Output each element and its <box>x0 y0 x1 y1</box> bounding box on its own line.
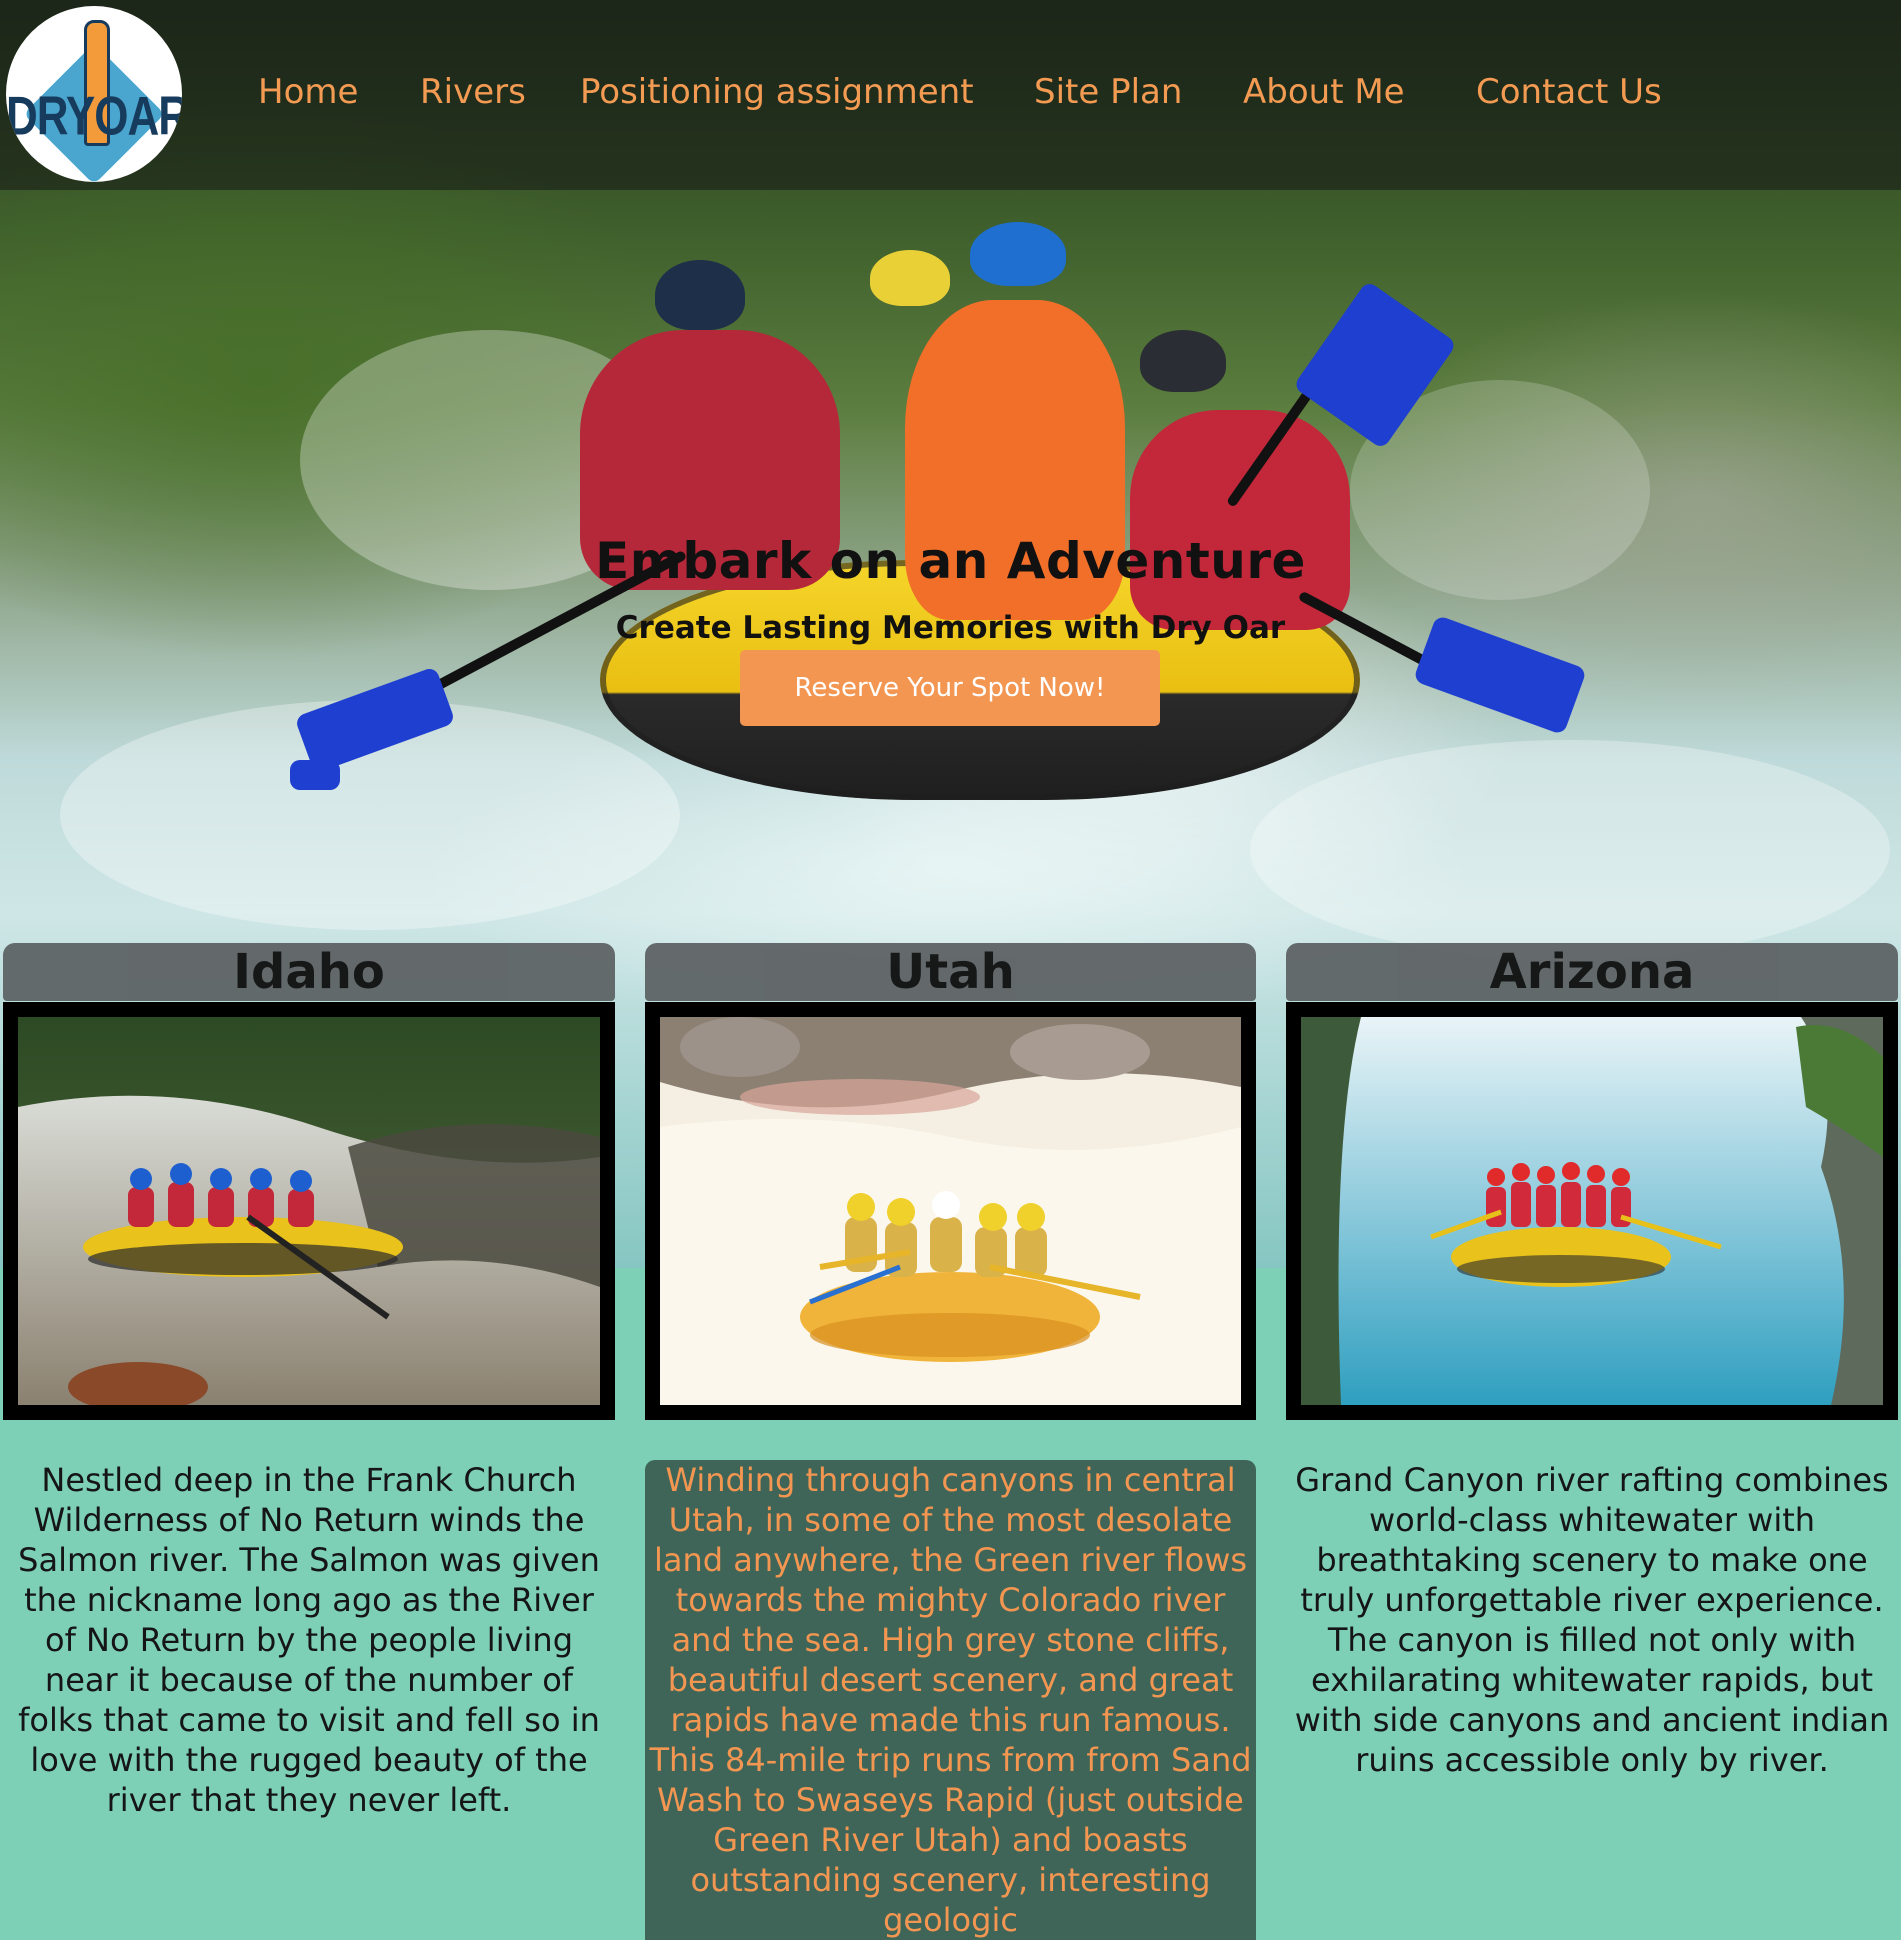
nav-link-rivers[interactable]: Rivers <box>420 72 526 112</box>
card-description-arizona: Grand Canyon river rafting combines worl… <box>1294 1461 1890 1779</box>
water-splash <box>1250 740 1890 960</box>
card-title: Utah <box>886 944 1015 1000</box>
river-photo <box>1301 1017 1883 1405</box>
card-title: Arizona <box>1489 944 1695 1000</box>
idaho-rafting-image <box>18 1017 600 1405</box>
river-photo <box>660 1017 1241 1405</box>
helmet <box>970 222 1066 286</box>
card-header-arizona: Arizona <box>1286 943 1898 1001</box>
helmet <box>1140 330 1226 392</box>
rafter <box>1130 410 1350 630</box>
arizona-rafting-image <box>1301 1017 1883 1405</box>
top-navbar: DRYOAR Home Rivers Positioning assignmen… <box>0 0 1901 190</box>
reserve-spot-button[interactable]: Reserve Your Spot Now! <box>740 650 1160 726</box>
card-header-utah: Utah <box>645 943 1256 1001</box>
card-title: Idaho <box>233 944 385 1000</box>
hero-subtitle: Create Lasting Memories with Dry Oar <box>615 610 1286 646</box>
brand-logo[interactable]: DRYOAR <box>6 6 182 182</box>
card-photo-utah[interactable] <box>645 1002 1256 1420</box>
utah-rafting-image <box>660 1017 1241 1405</box>
logo-wordmark: DRYOAR <box>6 85 182 147</box>
hero-title: Embark on an Adventure <box>595 532 1306 590</box>
helmet <box>870 250 950 306</box>
card-description-idaho: Nestled deep in the Frank Church Wildern… <box>18 1461 600 1819</box>
card-photo-arizona[interactable] <box>1286 1002 1898 1420</box>
nav-link-site-plan[interactable]: Site Plan <box>1034 72 1182 112</box>
nav-link-about-me[interactable]: About Me <box>1243 72 1405 112</box>
card-description-utah: Winding through canyons in central Utah,… <box>645 1460 1256 1940</box>
nav-link-home[interactable]: Home <box>258 72 358 112</box>
nav-link-positioning-assignment[interactable]: Positioning assignment <box>580 72 974 112</box>
card-header-idaho: Idaho <box>3 943 615 1001</box>
helmet <box>655 260 745 330</box>
card-photo-idaho[interactable] <box>3 1002 615 1420</box>
nav-link-contact-us[interactable]: Contact Us <box>1476 72 1662 112</box>
river-photo <box>18 1017 600 1405</box>
paddle-blade <box>290 760 340 790</box>
